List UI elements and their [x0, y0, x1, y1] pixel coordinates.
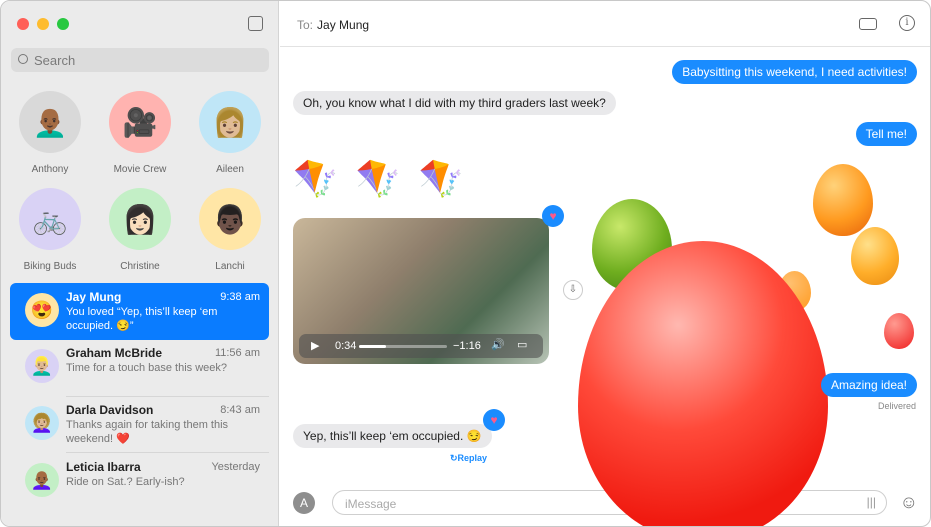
avatar: 👨🏾‍🦲: [19, 91, 81, 153]
message-preview: You loved “Yep, this’ll keep ‘em occupie…: [66, 306, 218, 332]
avatar: 👩🏻: [109, 188, 171, 250]
pinned-name: Biking Buds: [23, 261, 77, 272]
contact-name: Leticia Ibarra: [66, 460, 141, 474]
message-preview: Ride on Sat.? Early-ish?: [66, 476, 185, 488]
remaining-time: −1:16: [453, 340, 481, 352]
timestamp: 9:38 am: [220, 291, 260, 303]
balloon-orange: [813, 164, 873, 236]
search-input[interactable]: Search: [11, 48, 269, 72]
delivered-status: Delivered: [877, 401, 916, 411]
pinned-movie-crew[interactable]: 🎥 Movie Crew: [95, 91, 185, 175]
conversation-pane: To: Jay Mung i Babysitting this weekend, …: [280, 1, 930, 526]
message-bubble-sent[interactable]: Tell me!: [855, 122, 917, 146]
pinned-name: Lanchi: [215, 261, 245, 272]
avatar: 👩🏼: [199, 91, 261, 153]
conversation-graham-mcbride[interactable]: 👱🏼‍♂️ Graham McBride 11:56 am Time for a to…: [10, 339, 269, 396]
scrubber-fill: [359, 345, 387, 348]
close-button[interactable]: [17, 18, 29, 30]
emoji-icon[interactable]: ☺: [900, 492, 918, 513]
avatar: 👩🏾‍🦲: [25, 463, 59, 497]
avatar: 😍: [25, 293, 59, 327]
timestamp: 8:43 am: [220, 404, 260, 416]
timestamp: 11:56 am: [214, 347, 260, 359]
avatar: 🚲: [19, 188, 81, 250]
compose-icon[interactable]: [248, 16, 263, 31]
recipient-field[interactable]: To: Jay Mung: [297, 18, 369, 32]
avatar: 👱🏼‍♂️: [25, 349, 59, 383]
message-preview: Thanks again for taking them this weeken…: [66, 419, 229, 445]
play-icon[interactable]: ▶: [311, 339, 319, 352]
avatar: 🎥: [109, 91, 171, 153]
contact-name: Jay Mung: [66, 290, 122, 304]
video-message[interactable]: ▶ 0:34 −1:16 🔊 ▭: [293, 218, 549, 364]
video-controls: ▶ 0:34 −1:16 🔊 ▭: [299, 334, 543, 358]
pinned-name: Christine: [120, 261, 160, 272]
avatar: 👩🏼‍🦱: [25, 406, 59, 440]
app-store-icon[interactable]: A: [293, 492, 315, 514]
avatar: 👨🏿: [199, 188, 261, 250]
video-scrubber[interactable]: [359, 345, 447, 348]
message-bubble-received[interactable]: Oh, you know what I did with my third gr…: [293, 91, 616, 115]
sidebar: Search 👨🏾‍🦲 Anthony 🎥 Movie Crew 👩🏼 Aileen …: [1, 1, 279, 526]
volume-icon[interactable]: 🔊: [491, 338, 505, 351]
messages-window: Search 👨🏾‍🦲 Anthony 🎥 Movie Crew 👩🏼 Aileen …: [0, 0, 931, 527]
timestamp: Yesterday: [211, 461, 260, 473]
conversation-header: To: Jay Mung i: [280, 1, 930, 47]
recipient-name: Jay Mung: [317, 18, 370, 32]
facetime-video-icon[interactable]: [859, 18, 877, 30]
message-bubble-sent[interactable]: Amazing idea!: [820, 373, 917, 397]
pinned-anthony[interactable]: 👨🏾‍🦲 Anthony: [5, 91, 95, 175]
elapsed-time: 0:34: [335, 340, 357, 352]
balloon-red: [884, 313, 914, 349]
save-icon[interactable]: ⇩: [563, 280, 583, 300]
pinned-name: Movie Crew: [113, 164, 167, 175]
airplay-icon[interactable]: ▭: [517, 338, 527, 351]
balloon-orange: [851, 227, 899, 285]
pinned-biking-buds[interactable]: 🚲 Biking Buds: [5, 188, 95, 272]
replay-button[interactable]: ↻Replay: [450, 453, 487, 464]
kite-emoji-message[interactable]: 🪁 🪁 🪁: [293, 158, 467, 200]
contact-name: Graham McBride: [66, 346, 163, 360]
search-icon: [18, 54, 28, 64]
conversation-jay-mung[interactable]: 😍 Jay Mung 9:38 am You loved “Yep, this’ll …: [10, 283, 269, 340]
to-label: To:: [297, 18, 314, 32]
conversation-darla-davidson[interactable]: 👩🏼‍🦱 Darla Davidson 8:43 am Thanks again fo…: [10, 396, 269, 453]
audio-waveform-icon[interactable]: |||: [867, 495, 876, 509]
message-bubble-received[interactable]: Yep, this’ll keep ‘em occupied. 😏: [293, 424, 492, 448]
pinned-christine[interactable]: 👩🏻 Christine: [95, 188, 185, 272]
pinned-lanchi[interactable]: 👨🏿 Lanchi: [185, 188, 275, 272]
pinned-aileen[interactable]: 👩🏼 Aileen: [185, 91, 275, 175]
info-icon[interactable]: i: [899, 15, 915, 31]
message-preview: Time for a touch base this week?: [66, 362, 228, 374]
tapback-heart-icon[interactable]: ♥: [483, 409, 505, 431]
pinned-name: Anthony: [31, 164, 69, 175]
tapback-heart-icon[interactable]: ♥: [542, 205, 564, 227]
message-bubble-sent[interactable]: Babysitting this weekend, I need activit…: [672, 60, 917, 84]
contact-name: Darla Davidson: [66, 403, 154, 417]
message-placeholder: iMessage: [345, 497, 397, 511]
pinned-name: Aileen: [216, 164, 244, 175]
zoom-button[interactable]: [57, 18, 69, 30]
minimize-button[interactable]: [37, 18, 49, 30]
conversation-leticia-ibarra[interactable]: 👩🏾‍🦲 Leticia Ibarra Yesterday Ride on Sat.?…: [10, 453, 269, 510]
search-placeholder: Search: [34, 53, 76, 68]
